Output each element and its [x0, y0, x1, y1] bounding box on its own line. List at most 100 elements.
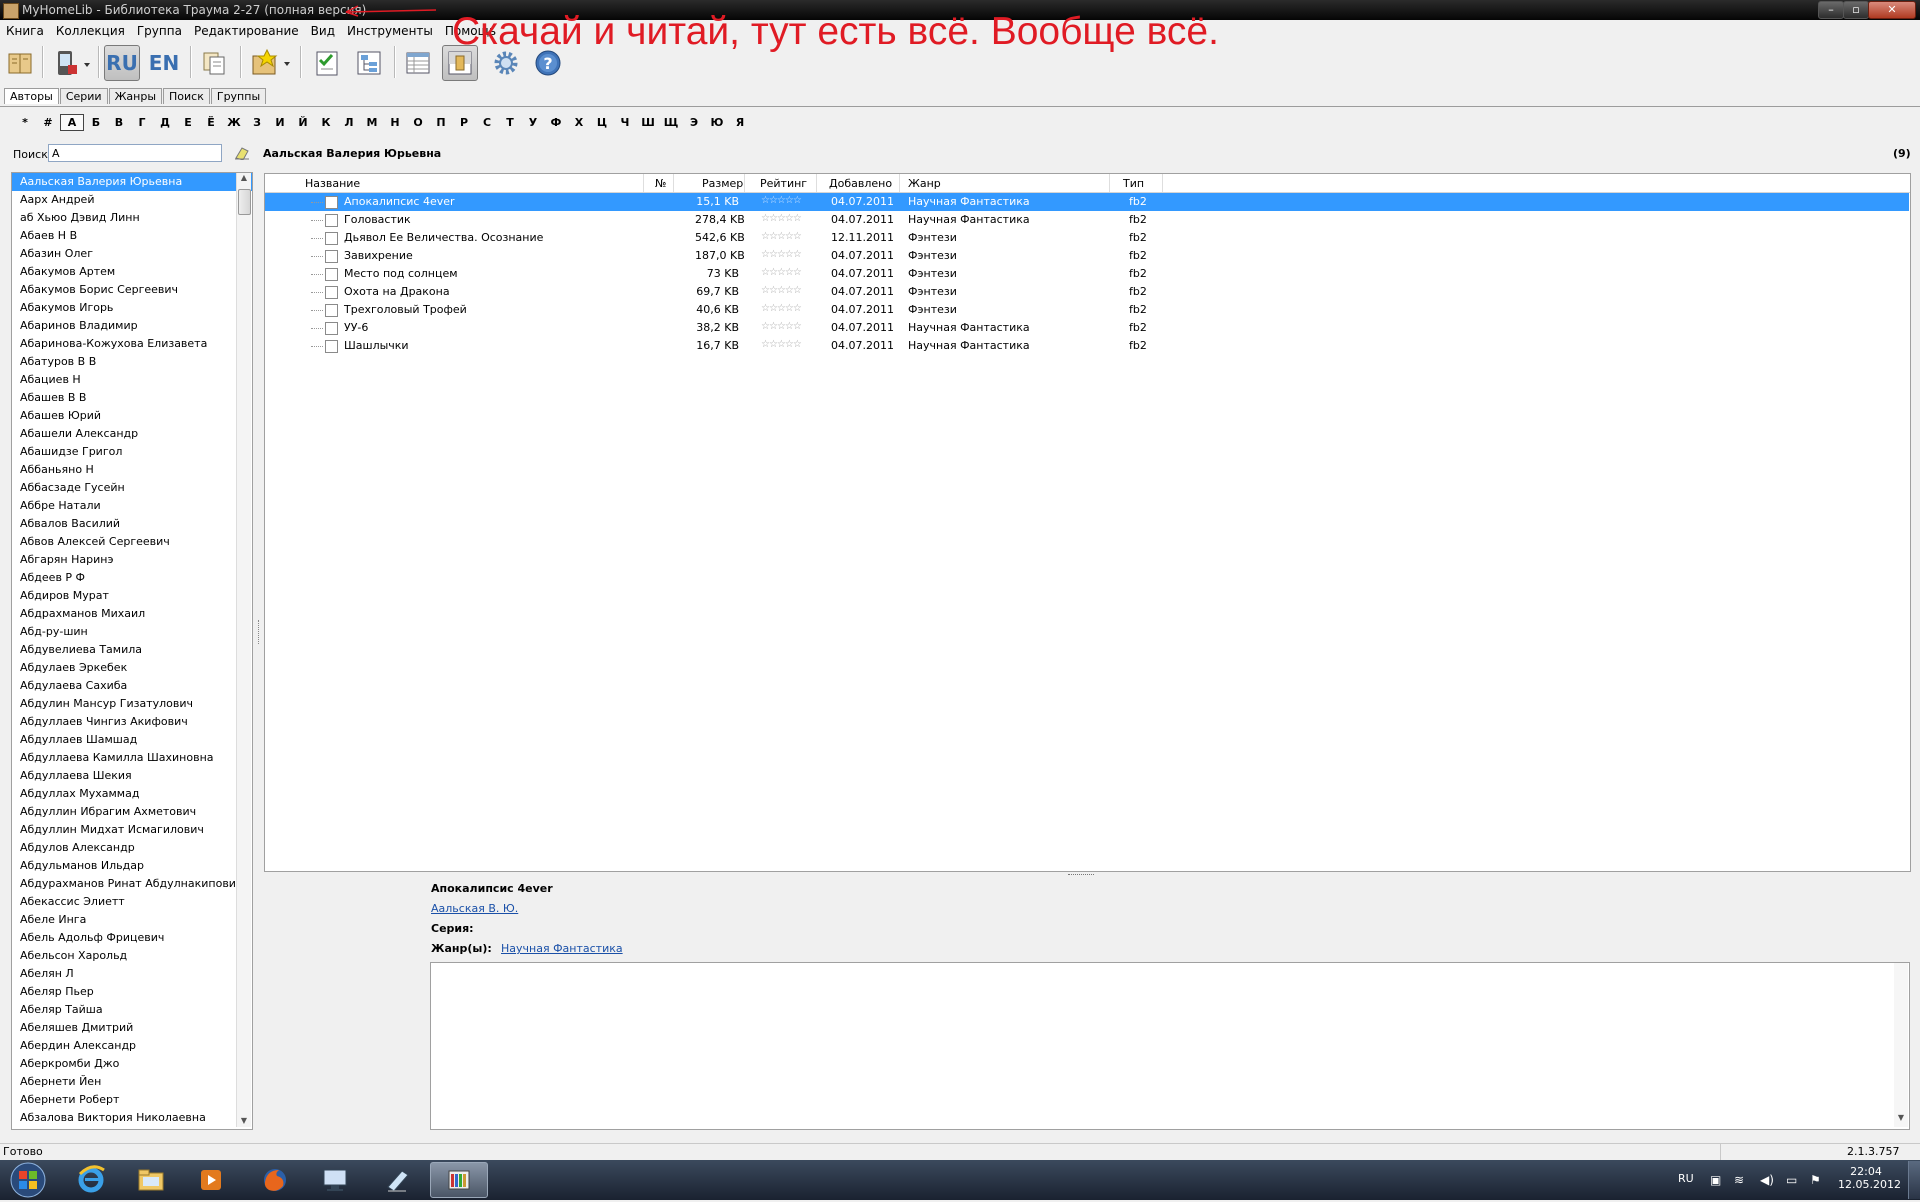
book-table[interactable]: Название № Размер Рейтинг Добавлено Жанр… [264, 173, 1911, 872]
row-checkbox[interactable] [325, 196, 338, 209]
author-list[interactable]: Аальская Валерия Юрьевна Аарх Андрей аб Хь… [11, 172, 253, 1130]
letter-button[interactable]: Ю [706, 115, 728, 130]
wifi-icon[interactable]: ≋ [1734, 1173, 1744, 1187]
col-size[interactable]: Размер [702, 177, 743, 190]
menu-group[interactable]: Группа [131, 21, 188, 38]
menu-tools[interactable]: Инструменты [341, 21, 439, 38]
media-player-icon[interactable] [182, 1162, 240, 1198]
author-list-scrollbar[interactable]: ▲ ▼ [236, 173, 251, 1127]
letter-button[interactable]: З [246, 115, 268, 130]
letter-button[interactable]: Е [177, 115, 199, 130]
book-rating[interactable]: ☆☆☆☆☆ [761, 339, 802, 350]
col-genre[interactable]: Жанр [908, 177, 941, 190]
tab-groups[interactable]: Группы [210, 88, 267, 104]
vertical-splitter[interactable] [258, 620, 262, 644]
author-list-item[interactable]: Абашидзе Григол [12, 443, 252, 461]
table-row[interactable]: УУ-6 38,2 KB ☆☆☆☆☆ 04.07.2011 Научная Фантас… [265, 319, 1910, 337]
library-icon[interactable] [2, 45, 38, 81]
tree-icon[interactable] [351, 45, 387, 81]
letter-button[interactable]: В [108, 115, 130, 130]
letter-button[interactable]: Ч [614, 115, 636, 130]
author-list-item[interactable]: Абелян Л [12, 965, 252, 983]
author-list-item[interactable]: Абдрахманов Михаил [12, 605, 252, 623]
letter-button[interactable]: Т [499, 115, 521, 130]
letter-button[interactable]: Ш [637, 115, 659, 130]
author-list-item[interactable]: Абдуллин Ибрагим Ахметович [12, 803, 252, 821]
menu-book[interactable]: Книга [0, 21, 50, 38]
tab-series[interactable]: Серии [59, 88, 108, 104]
show-desktop-button[interactable] [1908, 1161, 1920, 1199]
author-list-item[interactable]: Абдеев Р Ф [12, 569, 252, 587]
author-list-item[interactable]: Абакумов Игорь [12, 299, 252, 317]
author-list-item[interactable]: Абдуллин Мидхат Исмагилович [12, 821, 252, 839]
author-list-item[interactable]: Абациев Н [12, 371, 252, 389]
menu-edit[interactable]: Редактирование [188, 21, 305, 38]
author-list-item[interactable]: Абдиров Мурат [12, 587, 252, 605]
author-list-item[interactable]: Абвалов Василий [12, 515, 252, 533]
annotation-scrollbar[interactable]: ▼ [1894, 963, 1908, 1127]
author-list-item[interactable]: Абдульманов Ильдар [12, 857, 252, 875]
letter-button[interactable]: Д [154, 115, 176, 130]
copy-icon[interactable] [196, 45, 232, 81]
row-checkbox[interactable] [325, 286, 338, 299]
row-checkbox[interactable] [325, 250, 338, 263]
en-icon[interactable]: EN [146, 45, 182, 81]
col-number[interactable]: № [655, 177, 666, 190]
col-added[interactable]: Добавлено [829, 177, 892, 190]
letter-button[interactable]: Ж [223, 115, 245, 130]
letter-button[interactable]: Й [292, 115, 314, 130]
author-list-item[interactable]: Абдулаев Эркебек [12, 659, 252, 677]
explorer-icon[interactable] [122, 1162, 180, 1198]
letter-button[interactable]: * [14, 115, 36, 130]
letter-button[interactable]: М [361, 115, 383, 130]
author-list-item[interactable]: Аарх Андрей [12, 191, 252, 209]
author-list-item[interactable]: Абашев В В [12, 389, 252, 407]
myhomelib-icon[interactable] [430, 1162, 488, 1198]
author-list-item[interactable]: Абернети Йен [12, 1073, 252, 1091]
horizontal-splitter[interactable] [1068, 874, 1094, 877]
author-list-item[interactable]: Абеляр Тайша [12, 1001, 252, 1019]
preview-icon[interactable] [442, 45, 478, 81]
tab-search[interactable]: Поиск [163, 88, 210, 104]
book-rating[interactable]: ☆☆☆☆☆ [761, 267, 802, 278]
book-rating[interactable]: ☆☆☆☆☆ [761, 231, 802, 242]
author-list-item[interactable]: Абдуллаев Чингиз Акифович [12, 713, 252, 731]
row-checkbox[interactable] [325, 232, 338, 245]
book-rating[interactable]: ☆☆☆☆☆ [761, 213, 802, 224]
author-list-item[interactable]: Абекассис Элиетт [12, 893, 252, 911]
author-list-item[interactable]: Абеляшев Дмитрий [12, 1019, 252, 1037]
row-checkbox[interactable] [325, 322, 338, 335]
flag-icon[interactable]: ⚑ [1810, 1173, 1821, 1187]
detail-author-link[interactable]: Аальская В. Ю. [431, 902, 518, 915]
help-icon[interactable]: ? [530, 45, 566, 81]
remote-desktop-icon[interactable] [306, 1162, 364, 1198]
tab-authors[interactable]: Авторы [4, 88, 59, 104]
letter-button[interactable]: Щ [660, 115, 682, 130]
row-checkbox[interactable] [325, 214, 338, 227]
letter-button[interactable]: # [37, 115, 59, 130]
author-list-item[interactable]: Абердин Александр [12, 1037, 252, 1055]
letter-button[interactable]: П [430, 115, 452, 130]
author-list-item[interactable]: Абгарян Наринэ [12, 551, 252, 569]
ru-icon[interactable]: RU [104, 45, 140, 81]
author-list-item[interactable]: Абдувелиева Тамила [12, 641, 252, 659]
table-row[interactable]: Охота на Дракона 69,7 KB ☆☆☆☆☆ 04.07.2011 Фэ… [265, 283, 1910, 301]
author-list-item[interactable]: Абдулов Александр [12, 839, 252, 857]
col-title[interactable]: Название [305, 177, 360, 190]
ie-icon[interactable] [62, 1162, 120, 1198]
letter-button[interactable]: А [60, 114, 84, 131]
author-list-item[interactable]: Абдулаева Сахиба [12, 677, 252, 695]
letter-button[interactable]: К [315, 115, 337, 130]
letter-button[interactable]: Б [85, 115, 107, 130]
letter-button[interactable]: Н [384, 115, 406, 130]
author-list-item[interactable]: Абаринов Владимир [12, 317, 252, 335]
author-list-item[interactable]: Абдурахманов Ринат Абдулнакипович [12, 875, 252, 893]
minimize-button[interactable]: – [1818, 1, 1844, 19]
table-row[interactable]: Место под солнцем 73 KB ☆☆☆☆☆ 04.07.2011 Фэн… [265, 265, 1910, 283]
author-list-item[interactable]: аб Хьюо Дэвид Линн [12, 209, 252, 227]
author-list-item[interactable]: Абеле Инга [12, 911, 252, 929]
author-list-item[interactable]: Абзалова Виктория Николаевна [12, 1109, 252, 1127]
letter-button[interactable]: Я [729, 115, 751, 130]
author-list-item[interactable]: Абашели Александр [12, 425, 252, 443]
annotation-area[interactable] [430, 962, 1910, 1130]
